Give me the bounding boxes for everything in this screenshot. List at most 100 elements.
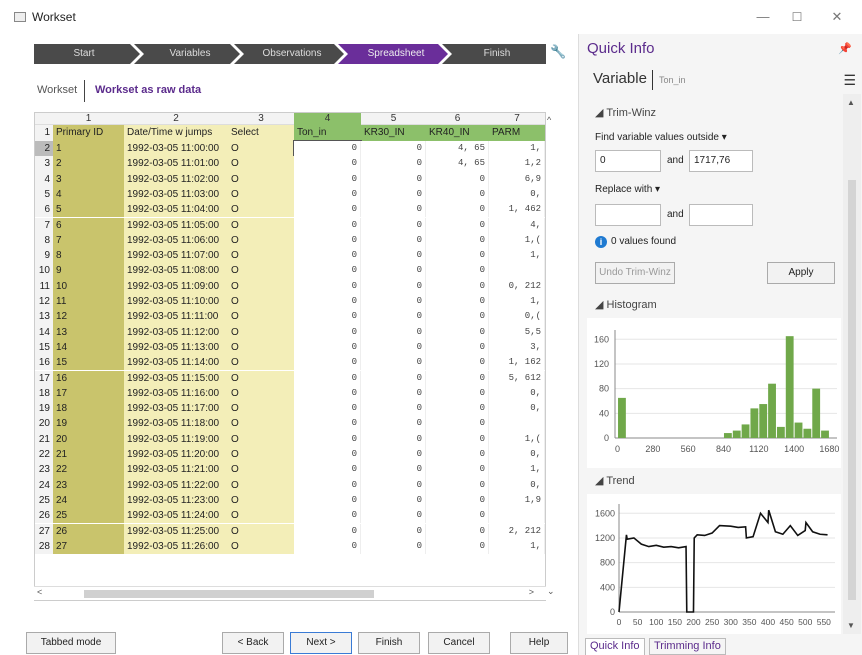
table-cell[interactable]: O bbox=[228, 232, 294, 249]
back-button[interactable]: < Back bbox=[222, 632, 284, 654]
table-row[interactable]: 12 11 1992-03-05 11:10:00 O 0 0 0 1, bbox=[35, 294, 545, 310]
table-cell[interactable]: 1992-03-05 11:23:00 bbox=[124, 492, 228, 509]
histogram-section-title[interactable]: ◢ Histogram bbox=[595, 298, 657, 311]
table-cell[interactable]: 0,( bbox=[489, 309, 545, 325]
table-cell[interactable]: 0 bbox=[294, 202, 361, 218]
table-cell[interactable]: 1,9 bbox=[489, 492, 545, 509]
column-header[interactable]: Primary ID bbox=[53, 125, 124, 141]
table-cell[interactable]: O bbox=[228, 141, 294, 157]
table-cell[interactable]: 4, 65 bbox=[426, 141, 489, 157]
table-cell[interactable]: 0 bbox=[294, 171, 361, 187]
table-row[interactable]: 10 9 1992-03-05 11:08:00 O 0 0 0 bbox=[35, 263, 545, 279]
table-cell[interactable]: 0 bbox=[426, 538, 489, 555]
table-cell[interactable]: 16 bbox=[53, 370, 124, 386]
table-cell[interactable]: O bbox=[228, 171, 294, 187]
table-cell[interactable]: 0 bbox=[294, 462, 361, 478]
table-cell[interactable]: O bbox=[228, 401, 294, 417]
table-row[interactable]: 8 7 1992-03-05 11:06:00 O 0 0 0 1,( bbox=[35, 232, 545, 249]
panel-scroll-down-icon[interactable]: ▼ bbox=[847, 621, 855, 630]
table-cell[interactable]: 0 bbox=[294, 385, 361, 402]
scroll-left-icon[interactable]: < bbox=[37, 587, 42, 597]
table-cell[interactable]: 0 bbox=[361, 339, 426, 356]
table-cell[interactable]: 0 bbox=[361, 538, 426, 555]
table-cell[interactable]: 0 bbox=[426, 217, 489, 233]
table-cell[interactable]: O bbox=[228, 523, 294, 539]
table-cell[interactable]: 1992-03-05 11:02:00 bbox=[124, 171, 228, 187]
table-cell[interactable]: 25 bbox=[53, 508, 124, 524]
table-cell[interactable]: 0 bbox=[361, 355, 426, 371]
table-cell[interactable]: 0 bbox=[294, 186, 361, 203]
table-cell[interactable]: 0 bbox=[294, 508, 361, 524]
table-cell[interactable]: 1992-03-05 11:11:00 bbox=[124, 309, 228, 325]
table-cell[interactable]: 0, bbox=[489, 477, 545, 493]
table-row[interactable]: 14 13 1992-03-05 11:12:00 O 0 0 0 5,5 bbox=[35, 324, 545, 340]
table-cell[interactable]: 0 bbox=[294, 355, 361, 371]
table-cell[interactable]: 0 bbox=[426, 416, 489, 432]
table-cell[interactable]: 1992-03-05 11:00:00 bbox=[124, 141, 228, 157]
table-cell[interactable]: 0 bbox=[294, 309, 361, 325]
table-cell[interactable]: 0, 212 bbox=[489, 278, 545, 294]
table-cell[interactable]: 1992-03-05 11:01:00 bbox=[124, 156, 228, 172]
tab-raw-data[interactable]: Workset as raw data bbox=[95, 84, 201, 96]
apply-button[interactable]: Apply bbox=[767, 262, 835, 284]
table-cell[interactable]: 0 bbox=[294, 339, 361, 356]
table-row[interactable]: 6 5 1992-03-05 11:04:00 O 0 0 0 1, 462 bbox=[35, 202, 545, 218]
table-row[interactable]: 26 25 1992-03-05 11:24:00 O 0 0 0 bbox=[35, 508, 545, 524]
column-header[interactable]: KR40_IN bbox=[426, 125, 489, 141]
table-cell[interactable]: 0 bbox=[426, 309, 489, 325]
table-cell[interactable]: 0, bbox=[489, 447, 545, 463]
table-cell[interactable]: 3 bbox=[53, 171, 124, 187]
table-cell[interactable]: 1992-03-05 11:05:00 bbox=[124, 217, 228, 233]
table-cell[interactable]: 1 bbox=[53, 141, 124, 157]
table-cell[interactable]: 1992-03-05 11:12:00 bbox=[124, 324, 228, 340]
table-cell[interactable]: 6 bbox=[53, 217, 124, 233]
table-cell[interactable]: 15 bbox=[53, 355, 124, 371]
table-row[interactable]: 16 15 1992-03-05 11:14:00 O 0 0 0 1, 162 bbox=[35, 355, 545, 371]
table-cell[interactable]: 1992-03-05 11:24:00 bbox=[124, 508, 228, 524]
panel-scroll-up-icon[interactable]: ▲ bbox=[847, 98, 855, 107]
table-cell[interactable]: 4, 65 bbox=[426, 156, 489, 172]
table-row[interactable]: 18 17 1992-03-05 11:16:00 O 0 0 0 0, bbox=[35, 385, 545, 402]
table-cell[interactable]: O bbox=[228, 462, 294, 478]
scroll-right-icon[interactable]: > bbox=[529, 587, 534, 597]
table-cell[interactable]: 1992-03-05 11:13:00 bbox=[124, 339, 228, 356]
table-cell[interactable]: O bbox=[228, 370, 294, 386]
next-button[interactable]: Next > bbox=[290, 632, 352, 654]
column-header[interactable]: PARM bbox=[489, 125, 545, 141]
find-values-label[interactable]: Find variable values outside ▾ bbox=[595, 132, 727, 143]
column-number[interactable]: 4 bbox=[294, 113, 361, 125]
table-cell[interactable]: 0 bbox=[293, 139, 362, 158]
table-cell[interactable]: 24 bbox=[53, 492, 124, 509]
help-button[interactable]: Help bbox=[510, 632, 568, 654]
table-cell[interactable]: 0 bbox=[361, 447, 426, 463]
table-cell[interactable]: 1,( bbox=[489, 431, 545, 447]
column-number[interactable]: 5 bbox=[361, 113, 426, 125]
table-cell[interactable]: 1992-03-05 11:07:00 bbox=[124, 248, 228, 264]
table-cell[interactable]: 0 bbox=[426, 447, 489, 463]
table-cell[interactable]: 0 bbox=[426, 355, 489, 371]
table-cell[interactable]: 0 bbox=[294, 263, 361, 279]
table-cell[interactable]: 5, 612 bbox=[489, 370, 545, 386]
column-header[interactable]: Ton_in bbox=[294, 125, 361, 141]
table-cell[interactable]: O bbox=[228, 309, 294, 325]
table-cell[interactable]: 1992-03-05 11:08:00 bbox=[124, 263, 228, 279]
table-cell[interactable]: 0 bbox=[426, 294, 489, 310]
table-cell[interactable]: 0 bbox=[361, 492, 426, 509]
table-cell[interactable]: 0 bbox=[361, 324, 426, 340]
table-cell[interactable]: 0 bbox=[361, 462, 426, 478]
table-cell[interactable]: 0 bbox=[294, 523, 361, 539]
table-cell[interactable]: 0 bbox=[361, 401, 426, 417]
table-cell[interactable]: 1992-03-05 11:20:00 bbox=[124, 447, 228, 463]
table-cell[interactable]: 0 bbox=[294, 248, 361, 264]
table-cell[interactable]: 2, 212 bbox=[489, 523, 545, 539]
table-cell[interactable]: 2 bbox=[53, 156, 124, 172]
panel-vertical-scrollbar[interactable]: ▲ ▼ bbox=[843, 94, 861, 634]
table-cell[interactable]: 4 bbox=[53, 186, 124, 203]
table-cell[interactable]: O bbox=[228, 477, 294, 493]
table-cell[interactable]: 1992-03-05 11:26:00 bbox=[124, 538, 228, 555]
table-row[interactable]: 25 24 1992-03-05 11:23:00 O 0 0 0 1,9 bbox=[35, 492, 545, 509]
spreadsheet-grid[interactable]: 1 2 3 4 5 6 7 1 Primary ID Date/Time w jumps Selec… bbox=[34, 112, 546, 601]
table-cell[interactable]: 1992-03-05 11:03:00 bbox=[124, 186, 228, 203]
tab-workset[interactable]: Workset bbox=[37, 84, 77, 96]
table-cell[interactable]: 0 bbox=[294, 217, 361, 233]
